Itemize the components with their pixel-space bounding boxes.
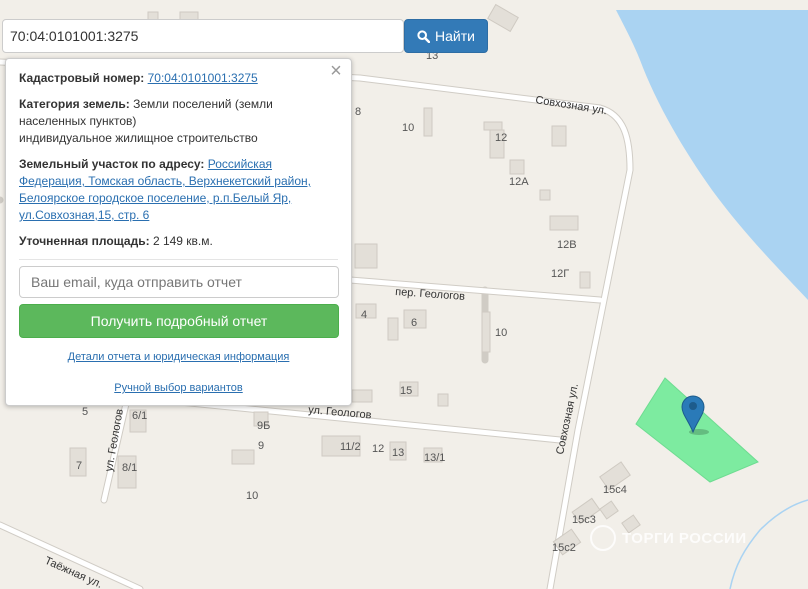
manual-selection-link[interactable]: Ручной выбор вариантов xyxy=(114,382,242,394)
watermark: ТОРГИ РОССИИ xyxy=(590,525,747,551)
divider xyxy=(19,259,338,260)
search-input[interactable] xyxy=(2,19,404,53)
house-number-label: 15с4 xyxy=(603,484,627,496)
house-number-label: 12 xyxy=(372,443,384,455)
house-number-label: 5 xyxy=(82,406,88,418)
house-number-label: 9 xyxy=(258,440,264,452)
house-number-label: 15с2 xyxy=(552,542,576,554)
get-report-button[interactable]: Получить подробный отчет xyxy=(19,304,339,338)
area-value: 2 149 кв.м. xyxy=(152,234,213,248)
house-number-label: 11/2 xyxy=(340,441,361,453)
house-number-label: 6/1 xyxy=(132,410,147,422)
category-use: индивидуальное жилищное строительство xyxy=(19,131,258,145)
house-number-label: 8 xyxy=(355,106,361,118)
cadastral-link[interactable]: 70:04:0101001:3275 xyxy=(148,71,258,85)
house-number-label: 4 xyxy=(361,309,367,321)
house-number-label: 9Б xyxy=(257,420,270,432)
search-icon xyxy=(417,29,431,43)
cadastral-label: Кадастровый номер: xyxy=(19,71,145,85)
house-number-label: 12А xyxy=(509,176,529,188)
house-number-label: 12 xyxy=(495,132,507,144)
address-label: Земельный участок по адресу: xyxy=(19,157,205,171)
house-number-label: 13/1 xyxy=(424,452,445,464)
parcel-info-popup: × Кадастровый номер: 70:04:0101001:3275 … xyxy=(5,58,352,406)
area-label: Уточненная площадь: xyxy=(19,234,150,248)
search-button[interactable]: Найти xyxy=(404,19,488,53)
house-number-label: 13 xyxy=(392,447,404,459)
house-number-label: 10 xyxy=(246,490,258,502)
house-number-label: 8/1 xyxy=(122,462,137,474)
category-row: Категория земель: Земли поселений (земли… xyxy=(19,96,338,147)
area-row: Уточненная площадь: 2 149 кв.м. xyxy=(19,233,338,250)
details-link[interactable]: Детали отчета и юридическая информация xyxy=(68,351,290,363)
search-button-label: Найти xyxy=(435,28,475,44)
house-number-label: 7 xyxy=(76,460,82,472)
close-icon[interactable]: × xyxy=(328,61,344,81)
category-label: Категория земель: xyxy=(19,97,130,111)
watermark-text: ТОРГИ РОССИИ xyxy=(622,529,747,547)
cadastral-row: Кадастровый номер: 70:04:0101001:3275 xyxy=(19,70,338,87)
house-number-label: 6 xyxy=(411,317,417,329)
email-field[interactable] xyxy=(19,266,339,298)
house-number-label: 12Г xyxy=(551,268,569,280)
watermark-logo-icon xyxy=(590,525,616,551)
house-number-label: 10 xyxy=(402,122,414,134)
house-number-label: 15 xyxy=(400,385,412,397)
house-number-label: 12В xyxy=(557,239,577,251)
address-row: Земельный участок по адресу: Российская … xyxy=(19,156,338,224)
house-number-label: 10 xyxy=(495,327,507,339)
